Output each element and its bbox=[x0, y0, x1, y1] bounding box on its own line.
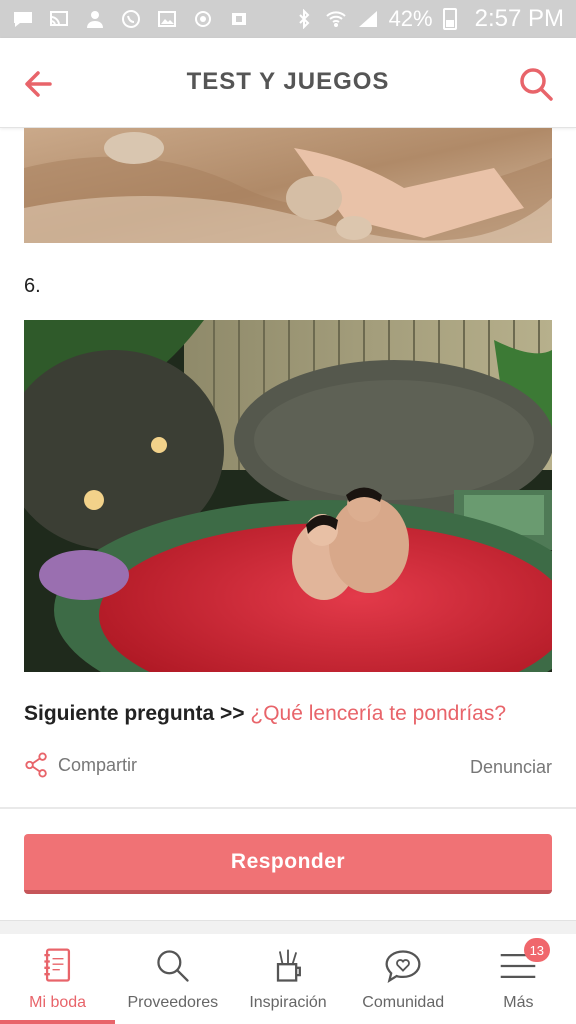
notebook-icon bbox=[36, 944, 80, 988]
divider bbox=[0, 920, 576, 934]
nav-item-mas[interactable]: 13 Más bbox=[461, 934, 576, 1024]
image-icon bbox=[156, 9, 178, 29]
pencil-cup-icon bbox=[266, 944, 310, 988]
status-bar: 42% 2:57 PM bbox=[0, 0, 576, 38]
photo-couple-bath bbox=[24, 320, 552, 672]
bluetooth-icon bbox=[293, 9, 315, 29]
nav-label: Inspiración bbox=[249, 994, 327, 1011]
nav-label: Más bbox=[503, 994, 534, 1011]
next-question-link[interactable]: ¿Qué lencería te pondrías? bbox=[250, 702, 506, 725]
signal-icon bbox=[357, 9, 379, 29]
respond-button[interactable]: Responder bbox=[24, 834, 552, 894]
whatsapp-icon bbox=[120, 9, 142, 29]
system-status: 42% 2:57 PM bbox=[293, 5, 564, 33]
search-icon bbox=[520, 68, 553, 101]
notification-badge: 13 bbox=[523, 938, 550, 962]
nav-label: Comunidad bbox=[362, 994, 445, 1011]
nav-item-proveedores[interactable]: Proveedores bbox=[115, 934, 230, 1024]
chat-icon bbox=[12, 9, 34, 29]
clock: 2:57 PM bbox=[474, 5, 564, 32]
search-button[interactable] bbox=[516, 64, 556, 104]
next-question: Siguiente pregunta >> ¿Qué lencería te p… bbox=[24, 702, 506, 726]
divider bbox=[0, 807, 576, 809]
notification-icons bbox=[12, 9, 250, 29]
next-question-prefix: Siguiente pregunta >> bbox=[24, 702, 245, 725]
office-icon bbox=[228, 9, 250, 29]
bottom-nav: Mi boda Proveedores Inspiración Comunida… bbox=[0, 934, 576, 1024]
page-title: TEST Y JUEGOS bbox=[186, 68, 390, 95]
nav-label: Mi boda bbox=[29, 994, 87, 1011]
nav-item-comunidad[interactable]: Comunidad bbox=[346, 934, 461, 1024]
nav-item-mi-boda[interactable]: Mi boda bbox=[0, 934, 116, 1024]
person-icon bbox=[84, 9, 106, 29]
app-bar: TEST Y JUEGOS bbox=[0, 38, 576, 128]
share-icon bbox=[25, 752, 47, 778]
battery-percent: 42% bbox=[388, 6, 433, 31]
photo-blanket-feet bbox=[24, 128, 552, 243]
sync-icon bbox=[192, 9, 214, 29]
chat-heart-icon bbox=[381, 944, 425, 988]
share-label: Compartir bbox=[58, 754, 138, 775]
search-icon bbox=[151, 944, 195, 988]
cast-icon bbox=[48, 9, 70, 29]
battery-icon bbox=[442, 8, 457, 30]
nav-item-inspiracion[interactable]: Inspiración bbox=[230, 934, 345, 1024]
share-button[interactable]: Compartir bbox=[24, 752, 137, 778]
nav-label: Proveedores bbox=[127, 994, 219, 1011]
item-number: 6. bbox=[24, 275, 41, 297]
wifi-icon bbox=[325, 9, 347, 29]
report-link[interactable]: Denunciar bbox=[470, 757, 552, 778]
